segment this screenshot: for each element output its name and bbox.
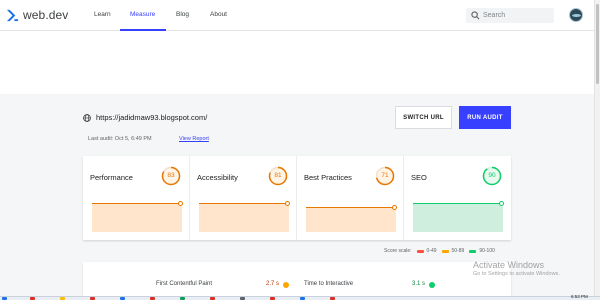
score-history-chart [199,200,290,232]
nav-active-indicator [120,29,166,31]
last-audit-time: Last audit: Oct 5, 6:49 PM [88,136,152,142]
legend-label-pass: 90-100 [479,248,495,254]
activate-windows-watermark: Activate Windows [473,260,545,270]
score-card-best-practices[interactable]: Best Practices 71 [297,156,404,240]
page-scrollbar[interactable] [594,0,600,296]
pass-check-icon [429,281,435,288]
legend-label-average: 50-89 [451,248,465,254]
nav-measure[interactable]: Measure [130,11,155,18]
search-input[interactable]: Search [466,8,554,23]
legend-swatch-average [441,249,449,253]
score-value: 71 [381,172,389,179]
legend-label-fail: 0-49 [426,248,437,254]
avatar-image [572,14,581,17]
metric-label-fcp: First Contentful Paint [156,281,213,287]
activate-windows-subtitle: Go to Settings to activate Windows. [473,271,560,277]
chevron-logo-icon [6,9,19,21]
metric-value-fcp: 2.7 s [266,281,280,287]
legend-title: Score scale: [384,248,412,254]
score-history-chart [92,200,183,232]
score-card-seo[interactable]: SEO 90 [404,156,511,240]
view-report-link[interactable]: View Report [179,136,209,142]
audited-url: https://jadidmaw93.blogspot.com/ [83,113,207,122]
score-card-label: Best Practices [304,173,352,182]
nav-blog[interactable]: Blog [176,11,189,18]
average-status-icon [283,281,289,288]
score-history-chart [413,200,504,232]
legend-swatch-fail [416,249,424,253]
nav-about[interactable]: About [210,11,227,18]
taskbar-clock: 6:53 PM [571,294,588,299]
site-header: web.dev Learn Measure Blog About Search [0,0,594,31]
score-history-chart [306,200,397,232]
run-audit-button[interactable]: RUN AUDIT [459,106,511,129]
score-card-label: SEO [411,173,427,182]
logo-text: web.dev [23,8,69,22]
avatar[interactable] [569,8,583,22]
metric-value-tti: 3.1 s [412,281,426,287]
score-value: 90 [488,172,496,179]
url-text: https://jadidmaw93.blogspot.com/ [96,113,208,122]
metrics-panel: First Contentful Paint 2.7 s Time to Int… [83,262,511,296]
search-icon [471,11,480,20]
score-value: 81 [274,172,282,179]
score-card-label: Performance [90,173,133,182]
globe-icon [83,113,91,122]
switch-url-button[interactable]: SWITCH URL [395,106,452,129]
score-card-label: Accessibility [197,173,238,182]
score-cards: Performance 83 Accessibility 81 Best Pra… [83,156,511,240]
search-placeholder: Search [483,11,506,19]
metric-label-tti: Time to Interactive [304,281,354,287]
nav-learn[interactable]: Learn [94,11,111,18]
score-card-performance[interactable]: Performance 83 [83,156,190,240]
score-card-accessibility[interactable]: Accessibility 81 [190,156,297,240]
score-scale-legend: Score scale: 0-49 50-89 90-100 [384,248,495,254]
score-value: 83 [167,172,175,179]
scrollbar-thumb[interactable] [596,4,599,84]
legend-swatch-pass [469,249,477,253]
web-dev-logo[interactable]: web.dev [6,8,68,22]
